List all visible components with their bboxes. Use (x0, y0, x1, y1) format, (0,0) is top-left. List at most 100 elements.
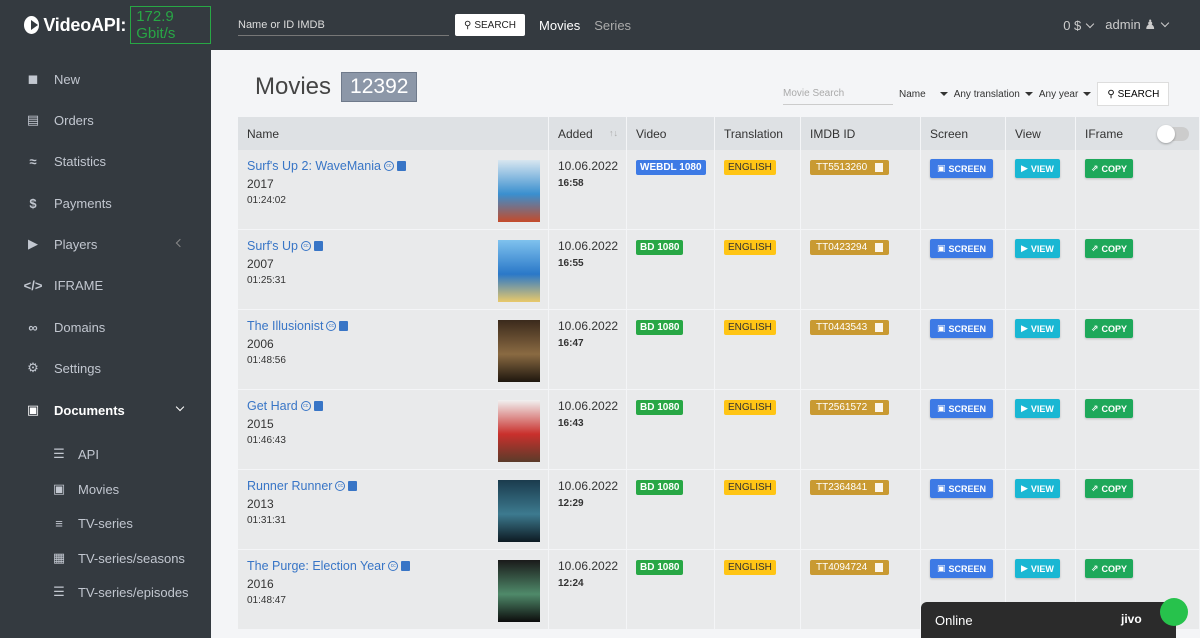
cube-icon: ▣ (26, 402, 40, 417)
copy-iframe-button[interactable]: ⇗ COPY (1085, 479, 1134, 498)
view-button[interactable]: ▶ VIEW (1015, 159, 1060, 178)
copy-icon (875, 163, 884, 172)
imdb-badge[interactable]: TT2364841 (810, 480, 890, 495)
cell-imdb: TT0423294 (801, 230, 921, 310)
copy-iframe-button[interactable]: ⇗ COPY (1085, 319, 1134, 338)
view-button[interactable]: ▶ VIEW (1015, 399, 1060, 418)
header-added-label: Added (558, 126, 593, 141)
movie-search-input[interactable] (783, 83, 893, 105)
sort-select-value: Name (899, 88, 926, 100)
translation-select-value: Any translation (953, 88, 1020, 100)
screen-button[interactable]: ▣ SCREEN (930, 559, 994, 578)
play-circle-icon: ▶ (1021, 403, 1028, 413)
cell-added: 10.06.2022 16:55 (549, 230, 627, 310)
copy-icon (875, 403, 884, 412)
table-row: Surf's Up cc 2007 01:25:31 10.06.2022 16:55 BD… (238, 230, 1200, 310)
nav-series[interactable]: Series (594, 18, 631, 33)
screen-button[interactable]: ▣ SCREEN (930, 319, 994, 338)
imdb-badge[interactable]: TT5513260 (810, 160, 890, 175)
cell-name: The Purge: Election Year cc 2016 01:48:47 (238, 550, 549, 630)
movie-poster[interactable] (498, 400, 540, 462)
view-button[interactable]: ▶ VIEW (1015, 559, 1060, 578)
copy-iframe-button[interactable]: ⇗ COPY (1085, 399, 1134, 418)
copy-icon[interactable] (339, 321, 349, 331)
sidebar-item-domains[interactable]: ∞ Domains (0, 309, 211, 345)
header-added[interactable]: Added ↑↓ (549, 117, 627, 150)
cell-imdb: TT2364841 (801, 470, 921, 550)
view-button-label: VIEW (1030, 563, 1054, 574)
sidebar-item-orders[interactable]: ▤ Orders (0, 102, 211, 138)
movie-poster[interactable] (498, 240, 540, 302)
movie-poster[interactable] (498, 480, 540, 542)
sidebar-item-statistics[interactable]: ≈ Statistics (0, 143, 211, 179)
copy-button-label: COPY (1101, 163, 1128, 174)
top-search-input[interactable] (238, 14, 449, 36)
top-search-button-label: SEARCH (474, 19, 517, 31)
header-name[interactable]: Name (238, 117, 549, 150)
sidebar-subitem-api[interactable]: ☰ API (0, 439, 211, 469)
imdb-badge[interactable]: TT0443543 (810, 320, 890, 335)
chevron-left-icon (175, 238, 185, 248)
movie-poster[interactable] (498, 560, 540, 622)
view-button[interactable]: ▶ VIEW (1015, 319, 1060, 338)
screen-button[interactable]: ▣ SCREEN (930, 239, 994, 258)
translation-badge: ENGLISH (724, 400, 776, 415)
copy-button-label: COPY (1101, 323, 1128, 334)
link-icon: ∞ (28, 319, 38, 335)
copy-icon[interactable] (396, 161, 406, 171)
user-dropdown[interactable]: admin ♟ (1105, 17, 1170, 33)
nav-movies[interactable]: Movies (539, 18, 580, 33)
year-select[interactable]: Any year (1039, 89, 1092, 100)
cell-added: 10.06.2022 16:47 (549, 310, 627, 390)
cell-video: BD 1080 (627, 550, 715, 630)
sidebar-subitem-tv-seasons[interactable]: ▦ TV-series/seasons (0, 543, 211, 573)
brand[interactable]: VideoAPI: 172.9 Gbit/s (0, 0, 211, 50)
sidebar-item-label: Domains (54, 319, 106, 335)
translation-select[interactable]: Any translation (954, 89, 1033, 100)
imdb-badge[interactable]: TT4094724 (810, 560, 890, 575)
cell-translation: ENGLISH (715, 390, 801, 470)
copy-iframe-button[interactable]: ⇗ COPY (1085, 559, 1134, 578)
inbox-icon: ▤ (26, 112, 40, 127)
sidebar-subitem-tv-series[interactable]: ≡ TV-series (0, 508, 211, 538)
view-button[interactable]: ▶ VIEW (1015, 239, 1060, 258)
imdb-badge[interactable]: TT2561572 (810, 400, 890, 415)
cell-name: Surf's Up cc 2007 01:25:31 (238, 230, 549, 310)
sidebar-subitem-movies[interactable]: ▣ Movies (0, 474, 211, 504)
chat-widget[interactable]: Online jivo (921, 598, 1188, 638)
external-link-icon: ⇗ (1091, 483, 1099, 493)
added-time: 16:58 (558, 178, 584, 189)
sidebar-item-payments[interactable]: $ Payments (0, 185, 211, 221)
sort-select[interactable]: Name (899, 89, 948, 100)
screen-button[interactable]: ▣ SCREEN (930, 479, 994, 498)
balance-dropdown[interactable]: 0 $ (1063, 18, 1095, 33)
screen-button-label: SCREEN (948, 163, 987, 174)
copy-icon[interactable] (348, 481, 358, 491)
screen-button[interactable]: ▣ SCREEN (930, 399, 994, 418)
play-circle-icon: ▶ (1021, 163, 1028, 173)
sidebar-item-new[interactable]: ◼ New (0, 61, 211, 97)
sidebar-item-iframe[interactable]: </> IFRAME (0, 267, 211, 303)
screen-button[interactable]: ▣ SCREEN (930, 159, 994, 178)
movie-title: Runner Runner (247, 479, 333, 493)
table-row: Get Hard cc 2015 01:46:43 10.06.2022 16:43 BD … (238, 390, 1200, 470)
top-search-button[interactable]: ⚲ SEARCH (455, 14, 526, 36)
copy-iframe-button[interactable]: ⇗ COPY (1085, 159, 1134, 178)
copy-icon[interactable] (313, 401, 323, 411)
imdb-badge[interactable]: TT0423294 (810, 240, 890, 255)
movie-poster[interactable] (498, 320, 540, 382)
copy-icon[interactable] (401, 561, 411, 571)
sidebar-subitem-tv-episodes[interactable]: ☰ TV-series/episodes (0, 577, 211, 607)
sidebar-item-documents[interactable]: ▣ Documents (0, 392, 211, 428)
copy-icon[interactable] (314, 241, 324, 251)
sidebar-item-settings[interactable]: ⚙ Settings (0, 350, 211, 386)
movie-poster[interactable] (498, 160, 540, 222)
copy-icon (875, 243, 884, 252)
sidebar-item-players[interactable]: ▶ Players (0, 226, 211, 262)
iframe-toggle[interactable] (1157, 125, 1189, 143)
header-screen: Screen (921, 117, 1006, 150)
copy-iframe-button[interactable]: ⇗ COPY (1085, 239, 1134, 258)
header-translation: Translation (715, 117, 801, 150)
view-button[interactable]: ▶ VIEW (1015, 479, 1060, 498)
movie-search-button[interactable]: ⚲ SEARCH (1097, 82, 1170, 106)
